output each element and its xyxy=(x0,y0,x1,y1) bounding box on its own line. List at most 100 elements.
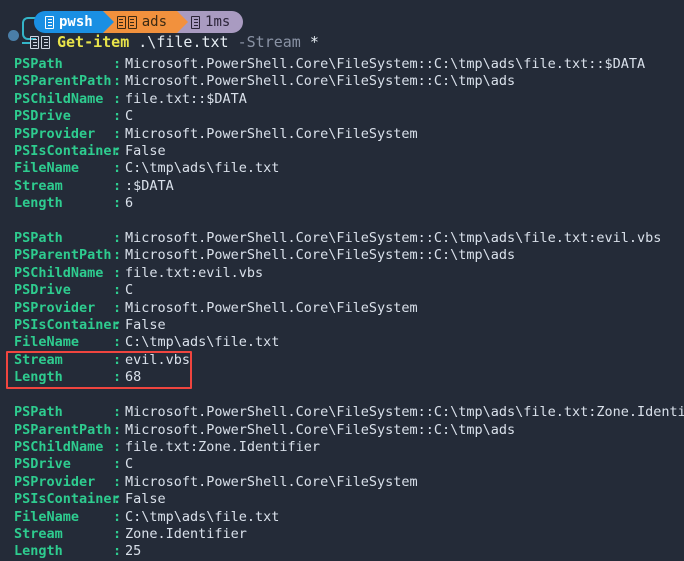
terminal-window[interactable]: pwsh ads 1ms Get-item .\file.txt -Stream xyxy=(0,0,684,560)
property-key: FileName xyxy=(14,160,80,177)
property-value: Microsoft.PowerShell.Core\FileSystem xyxy=(125,125,418,142)
property-row: PSDrive: C xyxy=(0,108,684,125)
property-row: Stream: evil.vbs xyxy=(0,352,684,369)
output-block: PSPath: Microsoft.PowerShell.Core\FileSys… xyxy=(0,404,684,561)
property-colon: : xyxy=(113,491,122,508)
command-name: Get-item xyxy=(57,33,130,51)
property-colon: : xyxy=(113,473,122,490)
property-row: Length:6 xyxy=(0,195,684,212)
property-colon: : xyxy=(113,177,122,194)
property-colon: : xyxy=(113,264,122,281)
property-colon: : xyxy=(113,56,122,72)
prompt-area: pwsh ads 1ms Get-item .\file.txt -Stream xyxy=(0,0,684,52)
property-value: :$DATA xyxy=(125,177,174,194)
property-row: Stream::$DATA xyxy=(0,178,684,195)
property-key: PSParentPath xyxy=(14,247,112,264)
prompt-segment-shell: pwsh xyxy=(34,11,114,33)
property-value: 68 xyxy=(125,369,142,386)
property-colon: : xyxy=(113,525,122,542)
output-block: PSPath: Microsoft.PowerShell.Core\FileSys… xyxy=(0,56,684,213)
property-row: PSIsContainer: False xyxy=(0,143,684,160)
property-colon: : xyxy=(113,369,122,386)
property-value: False xyxy=(125,491,166,508)
property-value: C:\tmp\ads\file.txt xyxy=(125,160,280,177)
property-value: False xyxy=(125,317,166,334)
property-key: PSIsContainer xyxy=(14,491,120,508)
prompt-glyph-icon xyxy=(30,35,50,49)
property-colon: : xyxy=(113,143,122,160)
property-value: file.txt:Zone.Identifier xyxy=(125,438,321,455)
property-colon: : xyxy=(113,282,122,299)
property-key: PSDrive xyxy=(14,108,71,125)
property-key: PSPath xyxy=(14,230,63,247)
property-colon: : xyxy=(113,108,122,125)
property-value: C xyxy=(125,456,134,473)
property-value: Microsoft.PowerShell.Core\FileSystem::C:… xyxy=(125,56,646,72)
property-colon: : xyxy=(113,421,122,438)
property-colon: : xyxy=(113,90,122,107)
prompt-segment-duration-label: 1ms xyxy=(205,14,231,30)
property-row: PSChildName: file.txt:evil.vbs xyxy=(0,265,684,282)
block-separator xyxy=(0,213,684,230)
property-row: PSIsContainer: False xyxy=(0,317,684,334)
property-value: Zone.Identifier xyxy=(125,525,247,542)
property-value: C xyxy=(125,282,134,299)
property-key: PSDrive xyxy=(14,456,71,473)
property-value: evil.vbs xyxy=(125,351,191,368)
clock-glyph-icon xyxy=(191,15,201,29)
property-value: C:\tmp\ads\file.txt xyxy=(125,508,280,525)
property-row: PSProvider: Microsoft.PowerShell.Core\Fil… xyxy=(0,126,684,143)
property-row: Length:25 xyxy=(0,543,684,560)
property-key: PSProvider xyxy=(14,125,96,142)
property-row: PSProvider: Microsoft.PowerShell.Core\Fil… xyxy=(0,474,684,491)
property-key: Stream xyxy=(14,525,63,542)
command-wildcard: * xyxy=(300,33,319,51)
property-key: PSDrive xyxy=(14,282,71,299)
property-value: C:\tmp\ads\file.txt xyxy=(125,334,280,351)
property-key: Length xyxy=(14,543,63,560)
property-row: PSDrive: C xyxy=(0,456,684,473)
property-key: Stream xyxy=(14,351,63,368)
property-row: PSPath: Microsoft.PowerShell.Core\FileSys… xyxy=(0,230,684,247)
property-colon: : xyxy=(113,438,122,455)
property-value: file.txt::$DATA xyxy=(125,90,247,107)
property-row: PSParentPath: Microsoft.PowerShell.Core\F… xyxy=(0,247,684,264)
property-key: PSPath xyxy=(14,56,63,72)
property-colon: : xyxy=(113,73,122,90)
property-colon: : xyxy=(113,334,122,351)
command-parameter: -Stream xyxy=(228,33,301,51)
property-row: PSPath: Microsoft.PowerShell.Core\FileSys… xyxy=(0,404,684,421)
property-colon: : xyxy=(113,456,122,473)
property-value: Microsoft.PowerShell.Core\FileSystem xyxy=(125,299,418,316)
property-value: 25 xyxy=(125,543,142,560)
property-colon: : xyxy=(113,195,122,212)
property-key: PSIsContainer xyxy=(14,143,120,160)
property-row: FileName: C:\tmp\ads\file.txt xyxy=(0,509,684,526)
property-value: Microsoft.PowerShell.Core\FileSystem::C:… xyxy=(125,73,516,90)
prompt-status-bullet-icon xyxy=(8,30,19,41)
property-row: Stream: Zone.Identifier xyxy=(0,526,684,543)
property-colon: : xyxy=(113,160,122,177)
property-value: C xyxy=(125,108,134,125)
property-key: PSChildName xyxy=(14,438,104,455)
property-value: file.txt:evil.vbs xyxy=(125,264,264,281)
property-value: Microsoft.PowerShell.Core\FileSystem::C:… xyxy=(125,230,662,247)
property-row: PSProvider: Microsoft.PowerShell.Core\Fil… xyxy=(0,300,684,317)
property-colon: : xyxy=(113,230,122,247)
property-key: PSProvider xyxy=(14,299,96,316)
property-row: FileName: C:\tmp\ads\file.txt xyxy=(0,334,684,351)
property-row: PSParentPath: Microsoft.PowerShell.Core\F… xyxy=(0,422,684,439)
property-value: Microsoft.PowerShell.Core\FileSystem xyxy=(125,473,418,490)
property-key: PSProvider xyxy=(14,473,96,490)
prompt-segment-directory-label: ads xyxy=(141,14,168,30)
block-separator xyxy=(0,387,684,404)
property-row: FileName: C:\tmp\ads\file.txt xyxy=(0,160,684,177)
property-key: FileName xyxy=(14,508,80,525)
property-key: PSPath xyxy=(14,404,63,421)
property-value: Microsoft.PowerShell.Core\FileSystem::C:… xyxy=(125,404,684,421)
prompt-segment-directory: ads xyxy=(102,11,189,33)
property-key: Length xyxy=(14,195,63,212)
property-row: PSDrive: C xyxy=(0,282,684,299)
property-colon: : xyxy=(113,299,122,316)
command-line[interactable]: Get-item .\file.txt -Stream * xyxy=(22,32,319,52)
